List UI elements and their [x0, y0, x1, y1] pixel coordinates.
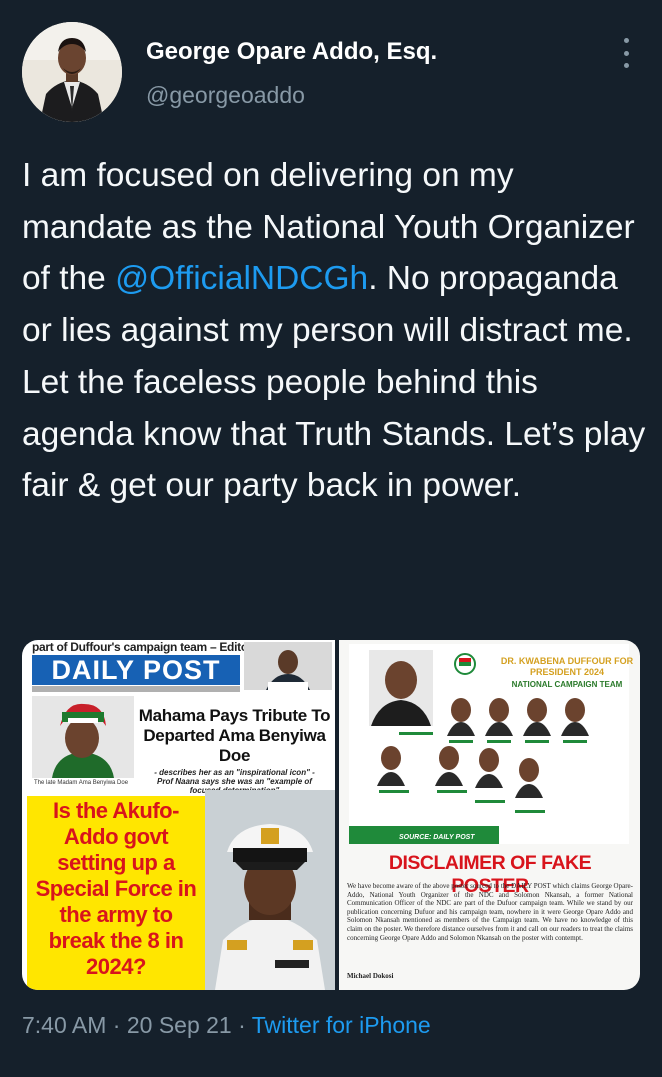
mention-link[interactable]: @OfficialNDCGh [115, 260, 368, 297]
more-dot [623, 63, 629, 68]
disclaimer-body: We have become aware of the above poster… [347, 882, 633, 942]
media-image-newspaper[interactable]: part of Duffour's campaign team – Editor… [22, 640, 335, 990]
tweet-date[interactable]: 20 Sep 21 [127, 1012, 232, 1038]
newspaper-headline: Mahama Pays Tribute To Departed Ama Beny… [138, 706, 331, 765]
newspaper-portrait-photo [32, 696, 134, 778]
meta-separator: · [231, 1012, 252, 1038]
newspaper-dateline [32, 686, 240, 692]
tweet-text: I am focused on delivering on my mandate… [22, 150, 647, 512]
author-handle[interactable]: @georgeoaddo [146, 82, 305, 109]
newspaper-photo-caption: The late Madam Ama Benyiwa Doe [34, 780, 129, 786]
tweet-source-link[interactable]: Twitter for iPhone [252, 1012, 431, 1038]
newspaper-logo: DAILY POST [32, 655, 240, 685]
newspaper-yellow-headline: Is the Akufo-Addo govt setting up a Spec… [35, 798, 197, 979]
newspaper-editor-photo [244, 642, 332, 690]
tweet-time[interactable]: 7:40 AM [22, 1012, 106, 1038]
tweet-meta: 7:40 AM · 20 Sep 21 · Twitter for iPhone [22, 1012, 431, 1039]
tweet-media[interactable]: part of Duffour's campaign team – Editor… [22, 640, 640, 990]
disclaimer-signature: Michael Dokosi [347, 972, 394, 980]
poster-subtitle: NATIONAL CAMPAIGN TEAM [511, 680, 623, 689]
meta-separator: · [106, 1012, 127, 1038]
media-image-disclaimer[interactable]: DR. KWABENA DUFFOUR FOR PRESIDENT 2024 N… [339, 640, 640, 990]
author-name[interactable]: George Opare Addo, Esq. [146, 38, 437, 66]
poster-source: SOURCE: DAILY POST [399, 834, 475, 841]
author-avatar[interactable] [22, 22, 122, 122]
more-dot [623, 50, 629, 56]
poster-title: DR. KWABENA DUFFOUR FOR PRESIDENT 2024 [500, 656, 634, 677]
profile-photo [22, 22, 122, 122]
newspaper-officer-photo [205, 790, 335, 990]
more-options-icon[interactable] [616, 38, 636, 68]
more-dot [623, 38, 629, 43]
